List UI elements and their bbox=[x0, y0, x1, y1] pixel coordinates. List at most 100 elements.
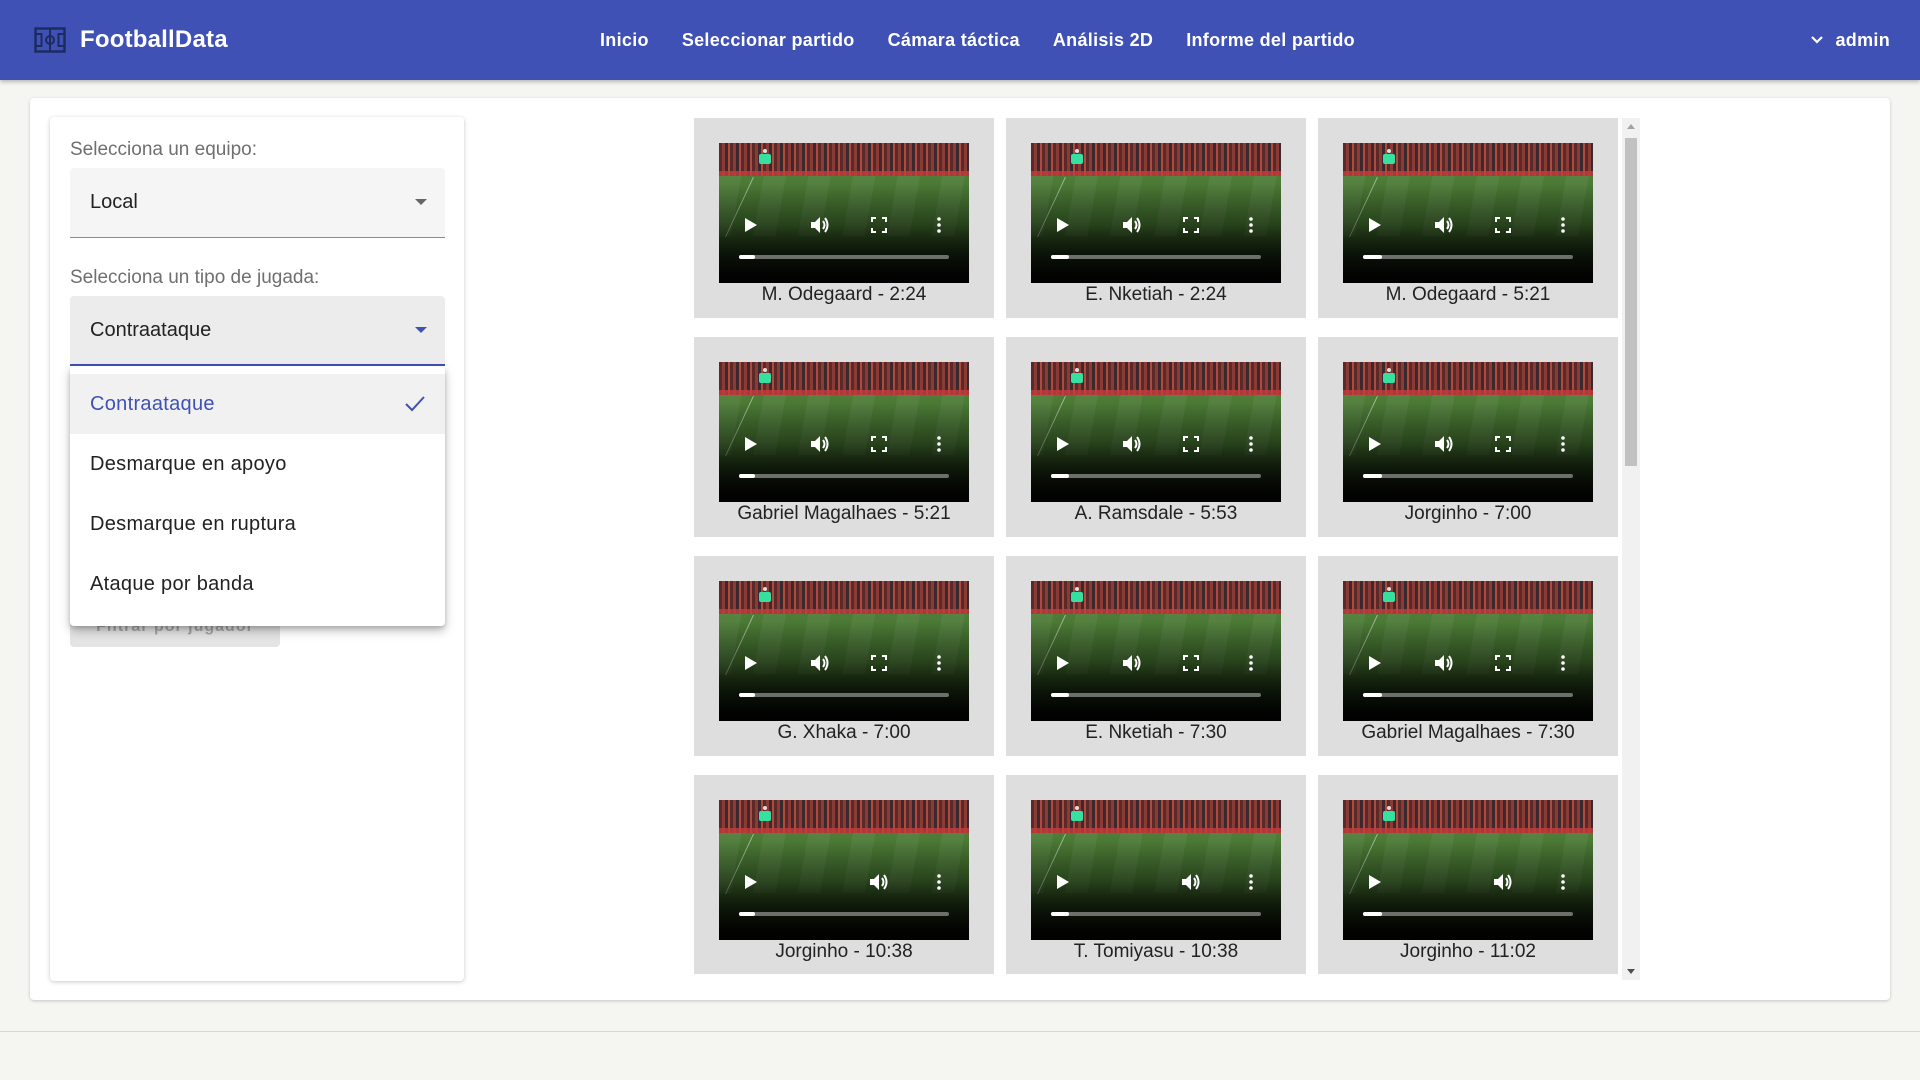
play-icon[interactable] bbox=[1363, 213, 1387, 237]
play-icon[interactable] bbox=[739, 870, 763, 894]
video-player[interactable] bbox=[1031, 581, 1281, 721]
more-vert-icon[interactable] bbox=[1239, 432, 1263, 456]
fullscreen-icon[interactable] bbox=[867, 651, 891, 675]
fullscreen-icon[interactable] bbox=[1179, 432, 1203, 456]
option-label: Contraataque bbox=[90, 392, 215, 415]
video-controls bbox=[1343, 651, 1593, 675]
fullscreen-icon[interactable] bbox=[1491, 213, 1515, 237]
volume-icon[interactable] bbox=[1120, 651, 1144, 675]
more-vert-icon[interactable] bbox=[1239, 870, 1263, 894]
more-vert-icon[interactable] bbox=[1239, 651, 1263, 675]
option-label: Ataque por banda bbox=[90, 572, 254, 595]
volume-icon[interactable] bbox=[1179, 870, 1203, 894]
video-progress-bar[interactable] bbox=[1363, 693, 1573, 697]
volume-icon[interactable] bbox=[867, 870, 891, 894]
more-vert-icon[interactable] bbox=[1551, 213, 1575, 237]
dropdown-option-ataque-banda[interactable]: Ataque por banda bbox=[70, 554, 445, 614]
video-player[interactable] bbox=[1031, 800, 1281, 940]
nav-inicio[interactable]: Inicio bbox=[600, 30, 649, 51]
video-player[interactable] bbox=[719, 581, 969, 721]
video-progress-bar[interactable] bbox=[1363, 474, 1573, 478]
volume-icon[interactable] bbox=[1491, 870, 1515, 894]
brand[interactable]: FootballData bbox=[34, 0, 228, 80]
play-icon[interactable] bbox=[1051, 432, 1075, 456]
play-icon[interactable] bbox=[1363, 651, 1387, 675]
video-progress-bar[interactable] bbox=[739, 255, 949, 259]
play-icon[interactable] bbox=[1051, 213, 1075, 237]
more-vert-icon[interactable] bbox=[1239, 213, 1263, 237]
play-icon[interactable] bbox=[739, 213, 763, 237]
volume-icon[interactable] bbox=[1432, 651, 1456, 675]
video-player[interactable] bbox=[1031, 362, 1281, 502]
video-player[interactable] bbox=[1031, 143, 1281, 283]
video-player[interactable] bbox=[1343, 800, 1593, 940]
nav-camara-tactica[interactable]: Cámara táctica bbox=[888, 30, 1020, 51]
play-icon[interactable] bbox=[1363, 432, 1387, 456]
volume-icon[interactable] bbox=[1120, 213, 1144, 237]
video-caption: Jorginho - 11:02 bbox=[1400, 941, 1536, 962]
dropdown-option-contraataque[interactable]: Contraataque bbox=[70, 374, 445, 434]
video-player[interactable] bbox=[1343, 581, 1593, 721]
video-card: Jorginho - 10:38 bbox=[694, 775, 994, 974]
video-progress-bar[interactable] bbox=[739, 912, 949, 916]
volume-icon[interactable] bbox=[1120, 432, 1144, 456]
video-progress-bar[interactable] bbox=[739, 693, 949, 697]
fullscreen-icon[interactable] bbox=[867, 213, 891, 237]
more-vert-icon[interactable] bbox=[1551, 870, 1575, 894]
video-player[interactable] bbox=[1343, 362, 1593, 502]
video-caption: Gabriel Magalhaes - 5:21 bbox=[737, 503, 951, 524]
video-progress-bar[interactable] bbox=[1051, 912, 1261, 916]
volume-icon[interactable] bbox=[808, 651, 832, 675]
video-progress-bar[interactable] bbox=[1363, 255, 1573, 259]
play-icon[interactable] bbox=[1051, 651, 1075, 675]
more-vert-icon[interactable] bbox=[927, 870, 951, 894]
scroll-up-icon[interactable] bbox=[1627, 124, 1635, 129]
dropdown-option-desmarque-apoyo[interactable]: Desmarque en apoyo bbox=[70, 434, 445, 494]
video-player[interactable] bbox=[719, 800, 969, 940]
video-controls bbox=[1343, 213, 1593, 237]
more-vert-icon[interactable] bbox=[927, 213, 951, 237]
dropdown-arrow-icon bbox=[415, 199, 427, 205]
video-list-scrollbar[interactable] bbox=[1622, 118, 1640, 980]
play-type-select-value: Contraataque bbox=[90, 318, 212, 341]
team-select[interactable]: Local bbox=[70, 168, 445, 238]
video-player[interactable] bbox=[719, 143, 969, 283]
scoreboard-badge bbox=[1071, 154, 1083, 164]
more-vert-icon[interactable] bbox=[1551, 432, 1575, 456]
video-progress-bar[interactable] bbox=[739, 474, 949, 478]
play-type-select[interactable]: Contraataque bbox=[70, 296, 445, 366]
fullscreen-icon[interactable] bbox=[1179, 651, 1203, 675]
fullscreen-icon[interactable] bbox=[1491, 651, 1515, 675]
fullscreen-icon[interactable] bbox=[1179, 213, 1203, 237]
video-player[interactable] bbox=[1343, 143, 1593, 283]
dropdown-option-desmarque-ruptura[interactable]: Desmarque en ruptura bbox=[70, 494, 445, 554]
video-card: E. Nketiah - 7:30 bbox=[1006, 556, 1306, 756]
more-vert-icon[interactable] bbox=[1551, 651, 1575, 675]
video-progress-bar[interactable] bbox=[1363, 912, 1573, 916]
more-vert-icon[interactable] bbox=[927, 651, 951, 675]
video-progress-bar[interactable] bbox=[1051, 255, 1261, 259]
play-icon[interactable] bbox=[1363, 870, 1387, 894]
video-player[interactable] bbox=[719, 362, 969, 502]
fullscreen-icon[interactable] bbox=[1491, 432, 1515, 456]
video-controls bbox=[719, 870, 969, 894]
scroll-down-icon[interactable] bbox=[1627, 969, 1635, 974]
play-icon[interactable] bbox=[1051, 870, 1075, 894]
play-icon[interactable] bbox=[739, 651, 763, 675]
video-card: A. Ramsdale - 5:53 bbox=[1006, 337, 1306, 537]
volume-icon[interactable] bbox=[1432, 213, 1456, 237]
scroll-thumb[interactable] bbox=[1625, 138, 1637, 466]
nav-seleccionar-partido[interactable]: Seleccionar partido bbox=[682, 30, 855, 51]
volume-icon[interactable] bbox=[808, 213, 832, 237]
fullscreen-icon[interactable] bbox=[867, 432, 891, 456]
play-icon[interactable] bbox=[739, 432, 763, 456]
nav-analisis-2d[interactable]: Análisis 2D bbox=[1053, 30, 1153, 51]
video-card: Gabriel Magalhaes - 7:30 bbox=[1318, 556, 1618, 756]
video-progress-bar[interactable] bbox=[1051, 474, 1261, 478]
volume-icon[interactable] bbox=[1432, 432, 1456, 456]
volume-icon[interactable] bbox=[808, 432, 832, 456]
more-vert-icon[interactable] bbox=[927, 432, 951, 456]
user-menu[interactable]: admin bbox=[1811, 0, 1890, 80]
nav-informe-partido[interactable]: Informe del partido bbox=[1186, 30, 1355, 51]
video-progress-bar[interactable] bbox=[1051, 693, 1261, 697]
